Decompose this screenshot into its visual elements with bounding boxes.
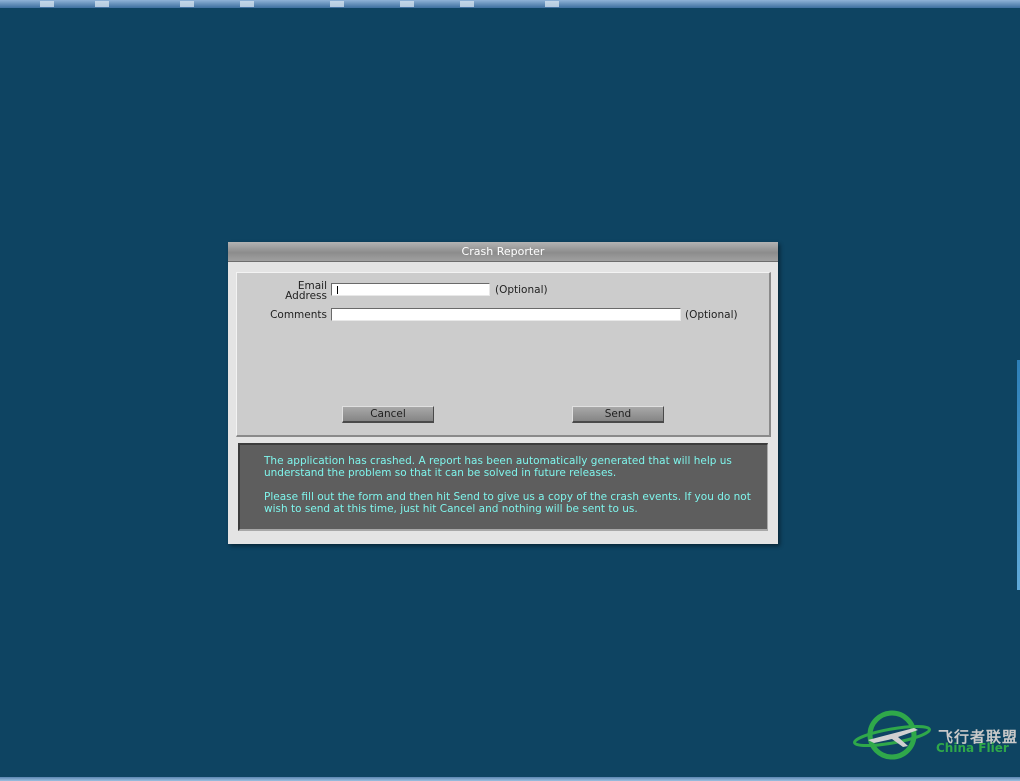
taskbar-icon (40, 1, 54, 7)
taskbar-icon (400, 1, 414, 7)
text-caret (337, 286, 338, 294)
dialog-title[interactable]: Crash Reporter (228, 242, 778, 262)
crash-message-panel: The application has crashed. A report ha… (238, 443, 768, 531)
taskbar-icon (95, 1, 109, 7)
airplane-globe-icon (853, 710, 931, 760)
crash-message-paragraph-1: The application has crashed. A report ha… (264, 455, 732, 479)
taskbar-icon (460, 1, 474, 7)
comments-optional-note: (Optional) (685, 309, 738, 321)
desktop-taskbar-strip (0, 0, 1020, 8)
email-label: Email Address (285, 280, 327, 302)
taskbar-icon (240, 1, 254, 7)
taskbar-icon (330, 1, 344, 7)
comments-field[interactable] (331, 308, 681, 321)
report-form-panel: Email Address (Optional) Comments (Optio… (236, 272, 771, 437)
cancel-button[interactable]: Cancel (342, 406, 434, 423)
taskbar-icon (545, 1, 559, 7)
send-button[interactable]: Send (572, 406, 664, 423)
watermark-logo: 飞行者联盟 China Flier (852, 706, 1020, 766)
watermark-english-text: China Flier (936, 741, 1009, 755)
crash-message-paragraph-2: Please fill out the form and then hit Se… (264, 491, 751, 515)
comments-label: Comments (270, 309, 327, 321)
taskbar-icon (180, 1, 194, 7)
email-field[interactable] (331, 283, 490, 296)
email-optional-note: (Optional) (495, 284, 548, 296)
desktop-bottom-strip (0, 777, 1020, 781)
crash-reporter-dialog: Crash Reporter Email Address (Optional) … (228, 242, 778, 544)
